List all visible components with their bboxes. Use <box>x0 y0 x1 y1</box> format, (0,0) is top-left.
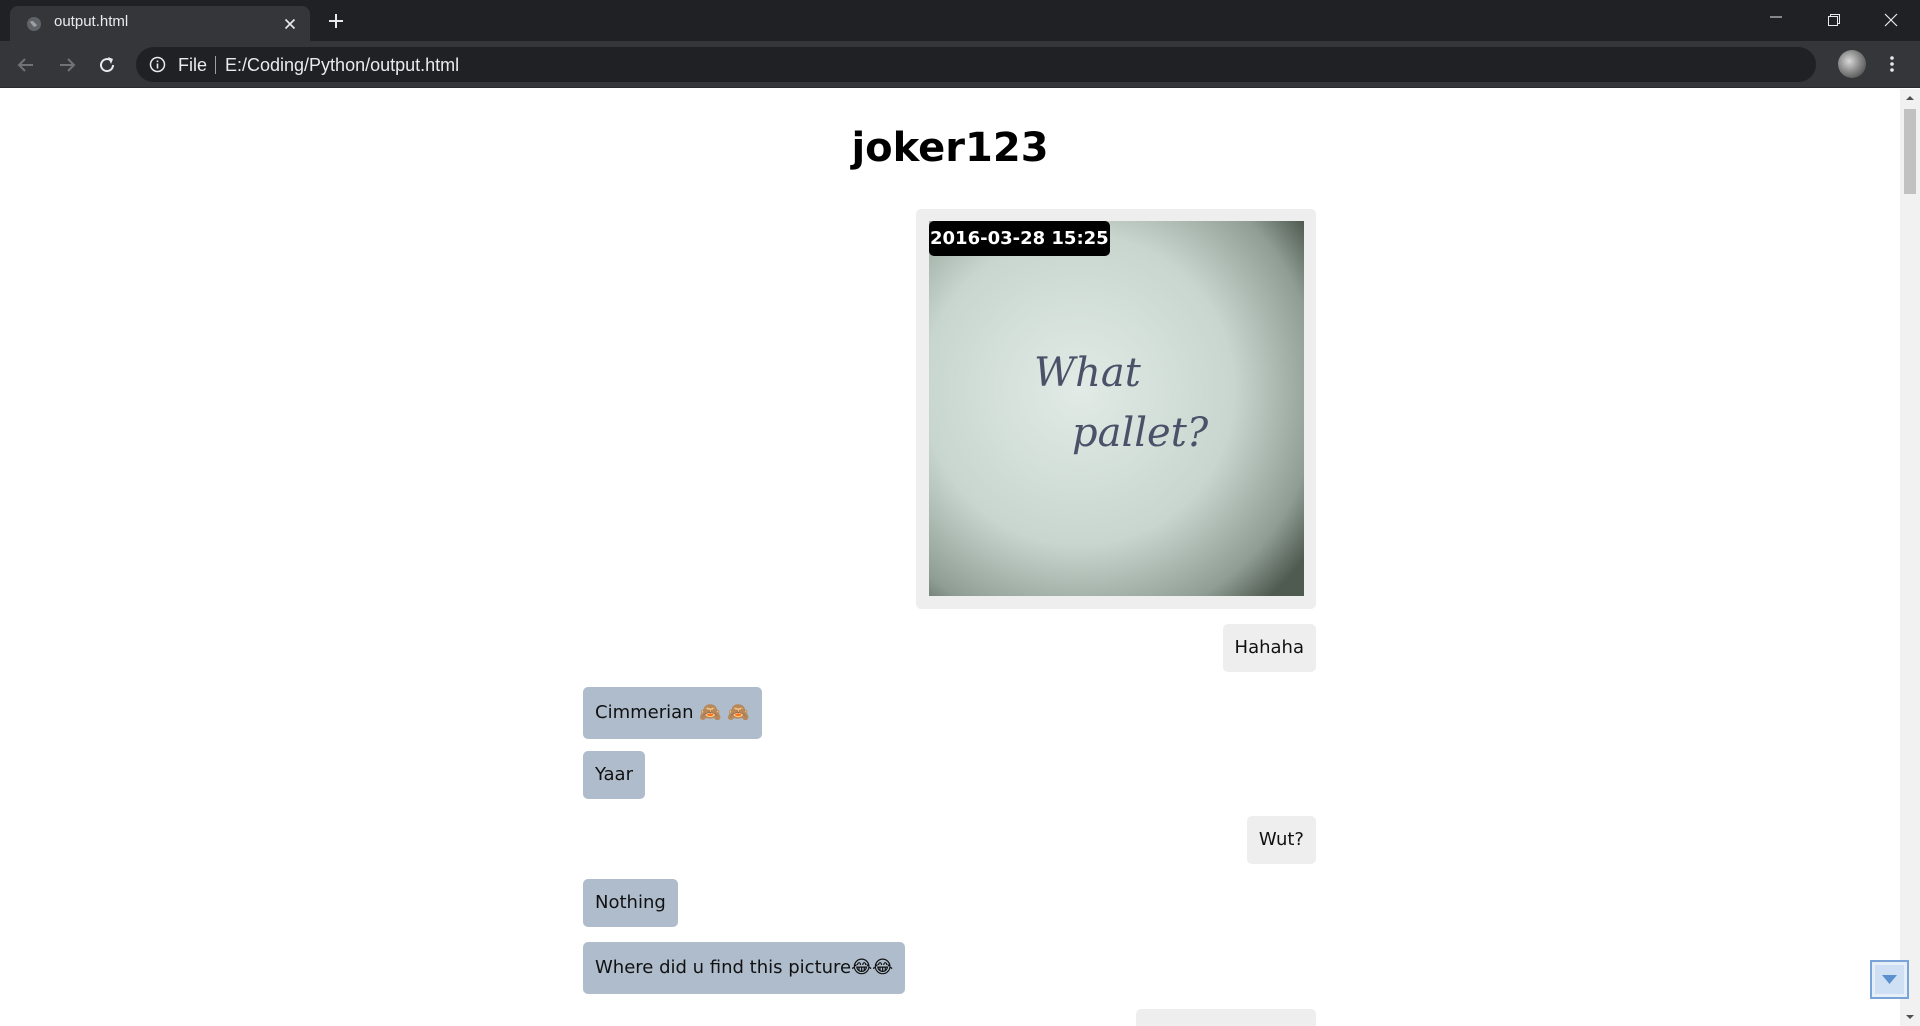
message-incoming: Cimmerian 🙈 🙈 <box>583 687 762 739</box>
reload-icon[interactable] <box>95 53 119 77</box>
tab-output-html[interactable]: output.html <box>10 6 310 41</box>
close-icon[interactable] <box>282 16 298 32</box>
arrow-left-icon[interactable] <box>14 53 38 77</box>
message-outgoing: Hahaha <box>1222 624 1316 672</box>
page-title: joker123 <box>851 125 1049 171</box>
close-window-button[interactable] <box>1862 0 1920 41</box>
profile-avatar[interactable] <box>1838 50 1866 78</box>
address-bar[interactable]: File E:/Coding/Python/output.html <box>136 47 1816 82</box>
page-viewport: joker123 What pallet? 2016-03-28 15:25 H… <box>0 89 1900 1026</box>
message-incoming: Where did u find this picture😂😂 <box>583 942 906 994</box>
handwritten-note-image: What pallet? <box>929 221 1304 596</box>
restore-icon <box>1828 14 1840 26</box>
close-icon <box>1884 13 1898 27</box>
url-separator <box>215 56 216 74</box>
minimize-button[interactable] <box>1747 0 1805 41</box>
minimize-icon <box>1770 16 1782 18</box>
plus-icon[interactable] <box>326 11 346 31</box>
tab-title: output.html <box>54 13 129 30</box>
scroll-down-arrow-icon[interactable] <box>1900 1010 1920 1024</box>
vertical-scrollbar[interactable] <box>1900 89 1920 1026</box>
arrow-right-icon[interactable] <box>55 53 79 77</box>
jump-to-bottom-button[interactable] <box>1870 960 1909 999</box>
info-icon[interactable] <box>149 56 166 73</box>
scrollbar-thumb[interactable] <box>1904 109 1916 194</box>
browser-toolbar: File E:/Coding/Python/output.html <box>0 41 1920 88</box>
message-outgoing: Wut? <box>1246 816 1316 864</box>
restore-button[interactable] <box>1805 0 1863 41</box>
url-scheme-label: File <box>178 55 208 75</box>
photo-timestamp: 2016-03-28 15:25 <box>929 221 1110 256</box>
handwriting-line-1: What <box>1034 350 1142 396</box>
handwriting-line-2: pallet? <box>1072 410 1209 456</box>
photo-message: What pallet? 2016-03-28 15:25 <box>916 209 1316 609</box>
message-incoming: Nothing <box>583 879 678 927</box>
message-outgoing <box>1136 1009 1316 1026</box>
url-text[interactable]: E:/Coding/Python/output.html <box>225 55 459 76</box>
globe-icon <box>27 17 41 31</box>
arrow-down-icon <box>1875 965 1904 994</box>
kebab-menu-icon[interactable] <box>1882 54 1902 74</box>
message-incoming: Yaar <box>583 751 645 799</box>
tab-strip: output.html <box>0 0 1920 41</box>
scroll-up-arrow-icon[interactable] <box>1900 91 1920 105</box>
shared-photo[interactable]: What pallet? <box>929 221 1304 596</box>
